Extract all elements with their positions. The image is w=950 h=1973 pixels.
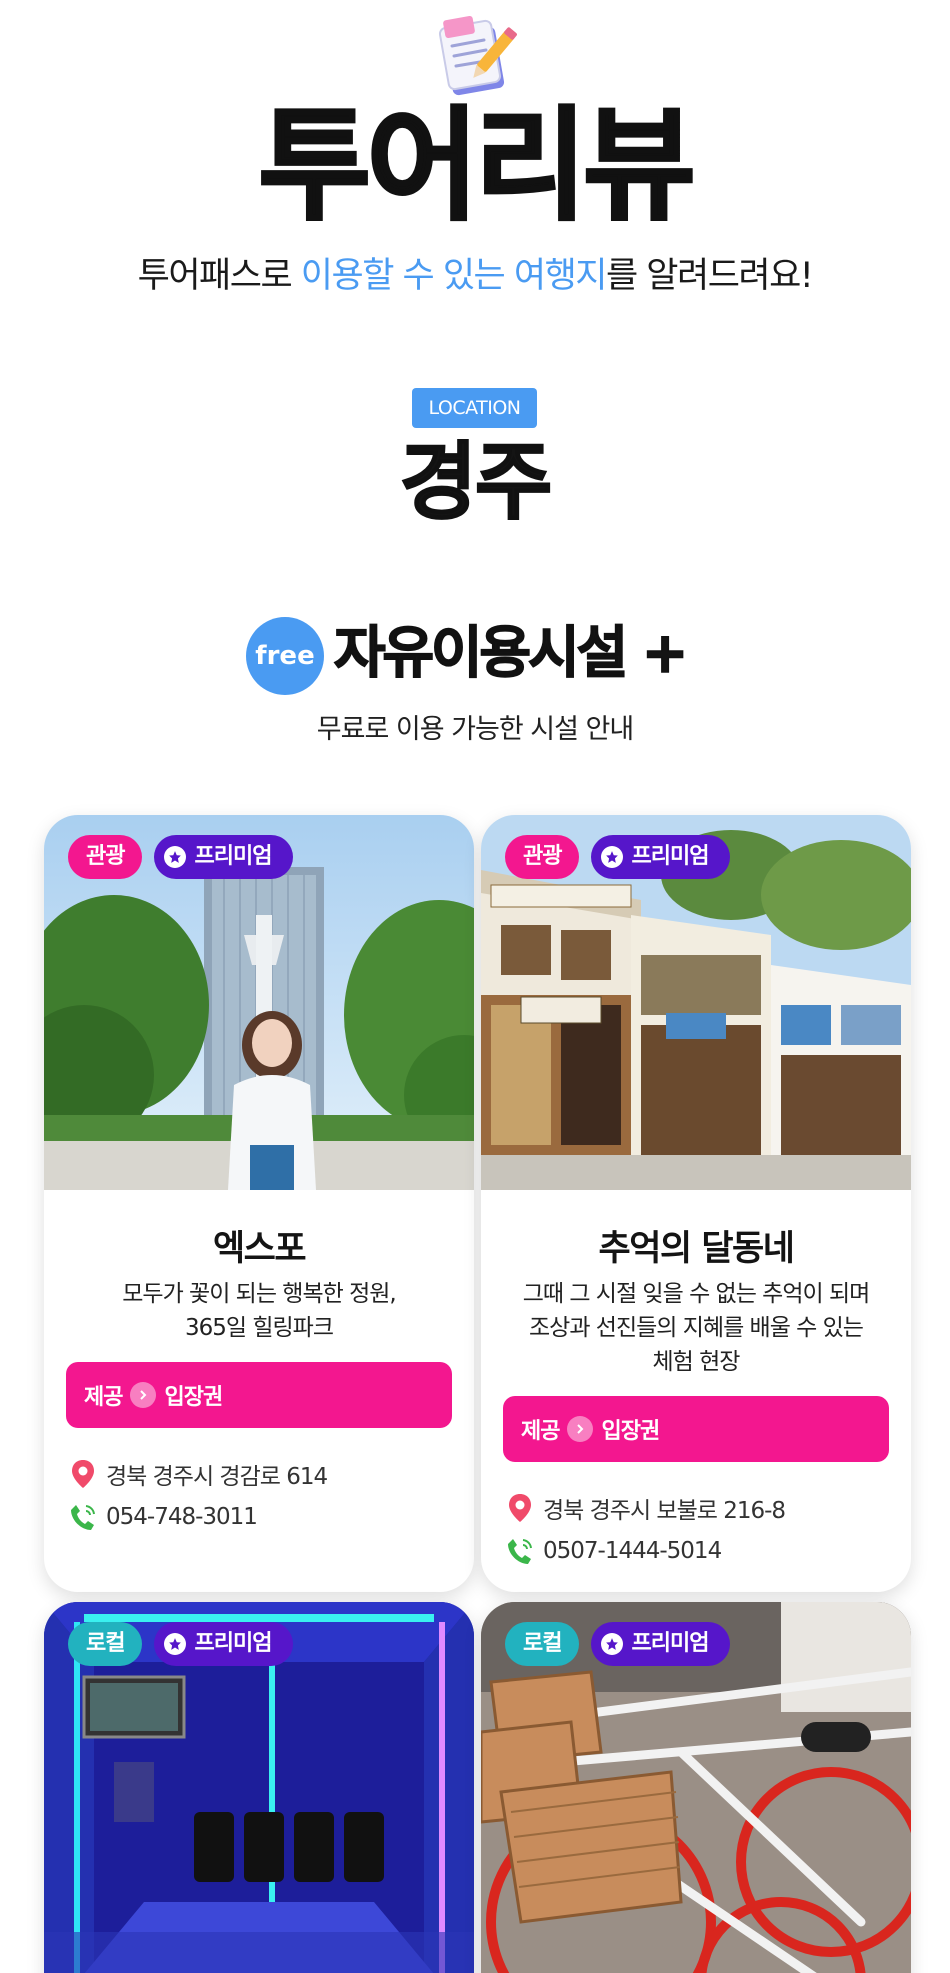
star-icon: [164, 846, 187, 868]
description-line: 체험 현장: [652, 1349, 741, 1375]
premium-badge: 프리미엄: [591, 835, 731, 879]
facility-card[interactable]: 로컬 프리미엄: [481, 1602, 911, 1973]
location-name: 경주: [399, 433, 554, 531]
facility-description: 모두가 꽃이 되는 행복한 정원, 365일 힐링파크: [64, 1277, 454, 1345]
facility-description: 그때 그 시절 잊을 수 없는 추억이 되며 조상과 선진들의 지혜를 배울 수…: [501, 1277, 891, 1379]
category-badge: 관광: [68, 835, 143, 879]
subtitle-highlight: 이용할 수 있는 여행지: [300, 256, 608, 296]
provide-item: 입장권: [164, 1385, 223, 1410]
location-badge: LOCATION: [412, 388, 537, 428]
category-badge: 로컬: [505, 1622, 580, 1666]
premium-label: 프리미엄: [194, 1631, 272, 1656]
address-row: 경북 경주시 보불로 216-8: [507, 1491, 786, 1525]
phone-row[interactable]: 054-748-3011: [70, 1503, 258, 1531]
description-line: 조상과 선진들의 지혜를 배울 수 있는: [529, 1315, 864, 1341]
star-icon: [601, 1633, 624, 1655]
facility-card[interactable]: 로컬 프리미엄: [44, 1602, 474, 1973]
provide-label: 제공: [84, 1385, 123, 1410]
card-badges: 관광 프리미엄: [505, 835, 731, 879]
phone-text: 054-748-3011: [106, 1504, 258, 1530]
star-icon: [164, 1633, 187, 1655]
phone-icon: [71, 1505, 95, 1530]
premium-label: 프리미엄: [631, 844, 709, 869]
chevron-right-icon: [130, 1382, 157, 1408]
memo-pencil-icon: [428, 12, 520, 102]
card-badges: 로컬 프리미엄: [505, 1622, 731, 1666]
page-title: 투어리뷰: [257, 95, 697, 237]
location-pin-icon: [509, 1494, 531, 1522]
section-subtitle: 무료로 이용 가능한 시설 안내: [316, 714, 634, 745]
card-badges: 로컬 프리미엄: [68, 1622, 294, 1666]
phone-row[interactable]: 0507-1444-5014: [507, 1537, 722, 1565]
facility-photo: 로컬 프리미엄: [44, 1602, 474, 1973]
premium-label: 프리미엄: [194, 844, 272, 869]
facility-card[interactable]: 관광 프리미엄 엑스포 모두가 꽃이 되는 행복한 정원, 365일 힐링파크 …: [44, 815, 474, 1592]
facility-card[interactable]: 관광 프리미엄 추억의 달동네 그때 그 시절 잊을 수 없는 추억이 되며 조…: [481, 815, 911, 1592]
premium-badge: 프리미엄: [591, 1622, 731, 1666]
category-badge: 로컬: [68, 1622, 143, 1666]
chevron-right-icon: [567, 1416, 594, 1442]
description-line: 365일 힐링파크: [184, 1315, 334, 1341]
facility-name: 엑스포: [212, 1229, 307, 1269]
facility-photo: 로컬 프리미엄: [481, 1602, 911, 1973]
premium-badge: 프리미엄: [154, 1622, 294, 1666]
card-badges: 관광 프리미엄: [68, 835, 294, 879]
tour-review-page: 투어리뷰 투어패스로 이용할 수 있는 여행지를 알려드려요! LOCATION…: [0, 0, 950, 1973]
facility-name: 추억의 달동네: [598, 1229, 795, 1269]
address-row: 경북 경주시 경감로 614: [70, 1457, 328, 1491]
provide-item: 입장권: [601, 1419, 660, 1444]
subtitle-text-end: 를 알려드려요!: [605, 256, 814, 296]
section-title: 자유이용시설 +: [333, 620, 689, 687]
description-line: 모두가 꽃이 되는 행복한 정원,: [122, 1281, 396, 1307]
facility-photo: 관광 프리미엄: [44, 815, 474, 1190]
premium-label: 프리미엄: [631, 1631, 709, 1656]
phone-icon: [508, 1539, 532, 1564]
provide-button[interactable]: 제공 입장권: [66, 1362, 452, 1428]
page-subtitle: 투어패스로 이용할 수 있는 여행지를 알려드려요!: [0, 247, 950, 298]
address-text: 경북 경주시 경감로 614: [106, 1464, 328, 1490]
provide-button[interactable]: 제공 입장권: [503, 1396, 889, 1462]
premium-badge: 프리미엄: [154, 835, 294, 879]
free-badge: free: [246, 617, 324, 695]
subtitle-text: 투어패스로: [137, 256, 301, 296]
address-text: 경북 경주시 보불로 216-8: [543, 1498, 786, 1524]
description-line: 그때 그 시절 잊을 수 없는 추억이 되며: [522, 1281, 871, 1307]
phone-text: 0507-1444-5014: [543, 1538, 722, 1564]
provide-label: 제공: [521, 1419, 560, 1444]
location-pin-icon: [72, 1460, 94, 1488]
star-icon: [601, 846, 624, 868]
facility-photo: 관광 프리미엄: [481, 815, 911, 1190]
category-badge: 관광: [505, 835, 580, 879]
